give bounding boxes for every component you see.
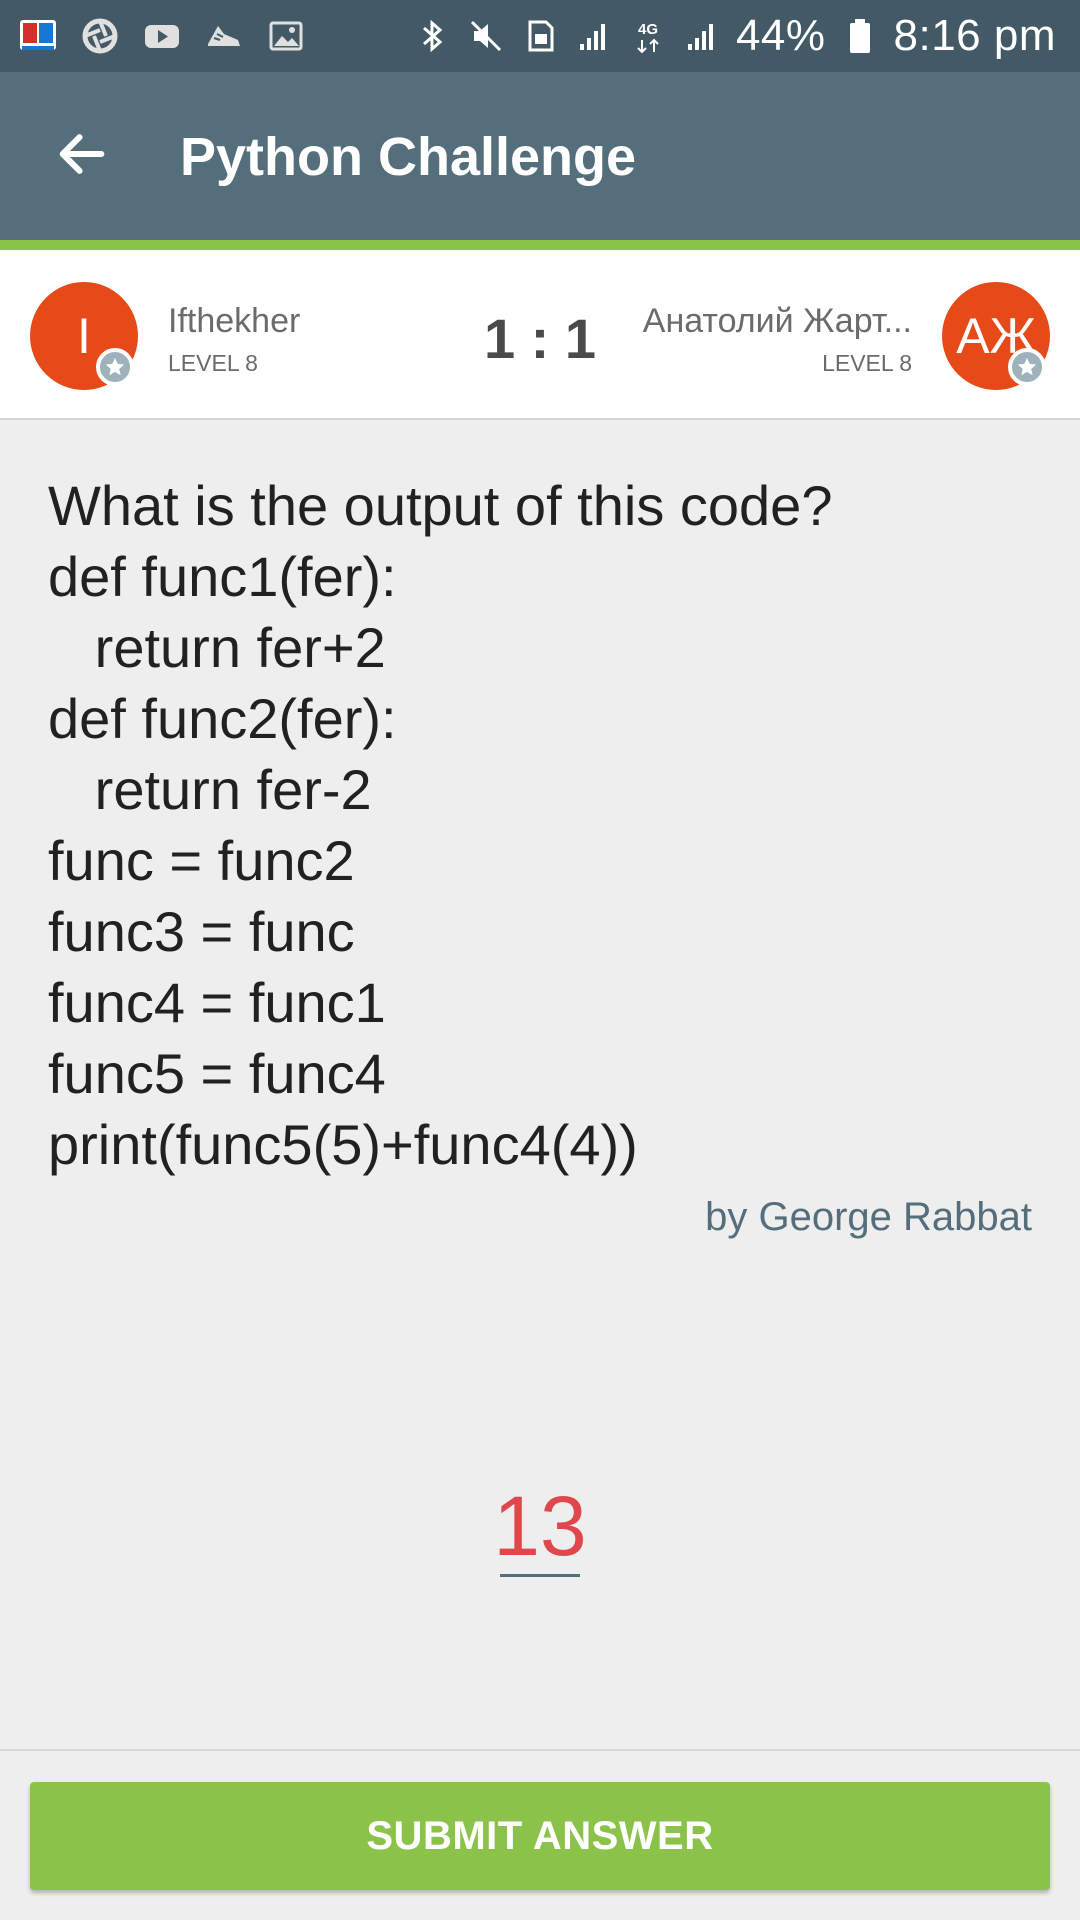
back-button[interactable]: [40, 112, 124, 196]
player-right-name: Анатолий Жарт...: [642, 302, 912, 340]
question-line: def func2(fer):: [48, 687, 397, 750]
sim-icon: [520, 16, 560, 56]
system-icons: 4G 44% 8:16 pm: [412, 10, 1056, 62]
bluetooth-icon: [412, 16, 452, 56]
aperture-app-icon: [80, 16, 120, 56]
app-bar: Python Challenge: [0, 72, 1080, 240]
svg-text:4G: 4G: [638, 21, 658, 38]
status-bar: 4G 44% 8:16 pm: [0, 0, 1080, 72]
answer-field[interactable]: 13: [490, 1478, 590, 1577]
answer-underline: [500, 1574, 580, 1577]
question-line: func3 = func: [48, 900, 355, 963]
question-line: What is the output of this code?: [48, 474, 833, 537]
youtube-icon: [142, 16, 182, 56]
arrow-left-icon: [59, 134, 105, 174]
bangla-dictionary-app-icon: [18, 16, 58, 56]
players-header: I Ifthekher LEVEL 8 1 : 1 Анатолий Жарт.…: [0, 250, 1080, 420]
submit-answer-button[interactable]: SUBMIT ANSWER: [30, 1782, 1050, 1890]
divider: [0, 1749, 1080, 1751]
question-line: print(func5(5)+func4(4)): [48, 1113, 638, 1176]
clock: 8:16 pm: [893, 11, 1056, 60]
answer-input[interactable]: 13: [490, 1478, 590, 1575]
question-line: func = func2: [48, 829, 355, 892]
notification-icons: [18, 14, 306, 58]
question-line: return fer-2: [48, 758, 372, 821]
question-author: by George Rabbat: [705, 1195, 1032, 1239]
score: 1 : 1: [483, 307, 597, 370]
player-right-level: LEVEL 8: [822, 350, 912, 376]
player-left-level: LEVEL 8: [168, 350, 258, 376]
page-title: Python Challenge: [180, 127, 637, 187]
signal-icon: [682, 16, 722, 56]
question-line: return fer+2: [48, 616, 386, 679]
player-left-name: Ifthekher: [168, 302, 301, 340]
question-text: What is the output of this code? def fun…: [48, 470, 1048, 1180]
star-badge-icon: [1008, 348, 1046, 386]
mute-icon: [466, 16, 506, 56]
progress-strip: [0, 240, 1080, 250]
battery-icon: [840, 16, 880, 56]
shoe-app-icon: [204, 16, 244, 56]
network-type-indicator: 4G: [628, 16, 668, 56]
question-line: func4 = func1: [48, 971, 386, 1034]
question-line: def func1(fer):: [48, 545, 397, 608]
question-line: func5 = func4: [48, 1042, 386, 1105]
star-badge-icon: [96, 348, 134, 386]
gallery-icon: [266, 16, 306, 56]
battery-percentage: 44%: [735, 11, 826, 60]
signal-icon: [574, 16, 614, 56]
